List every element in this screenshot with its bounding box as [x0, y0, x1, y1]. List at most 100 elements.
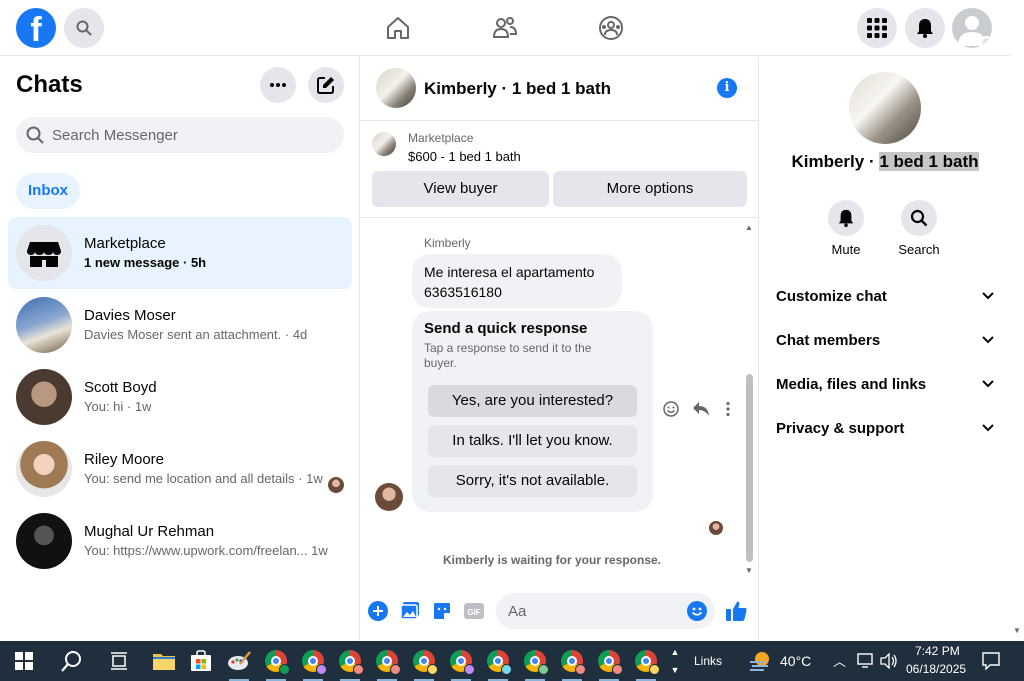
- incoming-message-bubble[interactable]: Me interesa el apartamento 6363516180: [412, 254, 622, 308]
- notifications-bell-icon: [917, 19, 933, 38]
- windows-logo-icon: [15, 652, 33, 670]
- new-message-button[interactable]: [308, 67, 344, 103]
- show-hidden-icons-chevron-icon[interactable]: ︿: [833, 651, 846, 670]
- chrome-profile-9[interactable]: [558, 647, 586, 681]
- search-messenger-input[interactable]: [52, 117, 332, 153]
- chat-preview: You: send me location and all details · …: [84, 471, 323, 486]
- chrome-profile-11[interactable]: [632, 647, 660, 681]
- chat-name: Marketplace: [84, 235, 166, 252]
- quick-response-option[interactable]: Sorry, it's not available.: [428, 465, 637, 497]
- scroll-thumb[interactable]: [746, 374, 753, 562]
- gif-icon[interactable]: GIF: [463, 601, 485, 621]
- contact-avatar: [16, 369, 72, 425]
- scroll-up-arrow-icon[interactable]: ▲: [745, 223, 753, 232]
- scroll-down-arrow-icon[interactable]: ▼: [745, 566, 753, 575]
- notifications-chat-icon[interactable]: [982, 652, 1000, 670]
- chrome-profile-8[interactable]: [521, 647, 549, 681]
- chat-item-scott-boyd[interactable]: Scott Boyd You: hi · 1w: [8, 361, 352, 433]
- message-input-field[interactable]: [496, 593, 715, 629]
- mute-action[interactable]: Mute: [816, 200, 876, 257]
- file-explorer-button[interactable]: [150, 647, 178, 675]
- more-vertical-icon[interactable]: [725, 401, 731, 417]
- clock-time[interactable]: 7:42 PM: [915, 644, 960, 658]
- weather-icon[interactable]: [748, 650, 772, 672]
- chat-name: Mughal Ur Rehman: [84, 523, 215, 540]
- message-input[interactable]: [508, 593, 678, 629]
- customize-chat-section[interactable]: Customize chat: [776, 288, 994, 312]
- links-toolbar[interactable]: Links: [694, 654, 722, 668]
- inbox-tab[interactable]: Inbox: [16, 173, 80, 209]
- chrome-profile-7[interactable]: [484, 647, 512, 681]
- view-buyer-button[interactable]: View buyer: [372, 171, 549, 207]
- chrome-icon: [265, 650, 290, 675]
- privacy-support-section[interactable]: Privacy & support: [776, 420, 994, 444]
- chat-item-mughal-ur-rehman[interactable]: Mughal Ur Rehman You: https://www.upwork…: [8, 505, 352, 577]
- friends-tab[interactable]: [491, 14, 519, 42]
- search-action[interactable]: Search: [889, 200, 949, 257]
- search-button[interactable]: [64, 8, 104, 48]
- chrome-profile-6[interactable]: [447, 647, 475, 681]
- notifications-button[interactable]: [905, 8, 945, 48]
- listing-avatar[interactable]: [376, 68, 416, 108]
- add-plus-icon[interactable]: [368, 601, 388, 621]
- chrome-profile-3[interactable]: [336, 647, 364, 681]
- photo-icon[interactable]: [400, 601, 420, 621]
- paint-app-button[interactable]: [225, 647, 253, 681]
- taskbar-search-button[interactable]: [58, 647, 86, 675]
- chrome-profile-4[interactable]: [373, 647, 401, 681]
- thread-scrollbar[interactable]: ▲ ▼: [743, 219, 755, 579]
- chat-members-section[interactable]: Chat members: [776, 332, 994, 356]
- chevron-down-icon: [982, 424, 994, 432]
- network-icon[interactable]: [857, 653, 875, 669]
- chat-item-marketplace[interactable]: Marketplace 1 new message · 5h: [8, 217, 352, 289]
- home-tab[interactable]: [384, 14, 412, 42]
- temperature[interactable]: 40°C: [780, 653, 811, 669]
- react-smiley-icon[interactable]: [663, 401, 679, 417]
- groups-tab[interactable]: [597, 14, 625, 42]
- menu-button[interactable]: [857, 8, 897, 48]
- chat-name: Riley Moore: [84, 451, 165, 468]
- top-navigation-bar: f ⌄: [0, 0, 1010, 56]
- conversation-title[interactable]: Kimberly · 1 bed 1 bath: [424, 79, 611, 99]
- listing-thumbnail[interactable]: [372, 132, 396, 156]
- mute-label: Mute: [831, 242, 861, 257]
- chrome-icon: [376, 650, 401, 675]
- account-avatar[interactable]: ⌄: [952, 8, 992, 48]
- like-thumb-icon[interactable]: [725, 599, 749, 623]
- mute-bell-icon: [828, 200, 864, 236]
- chrome-profile-10[interactable]: [595, 647, 623, 681]
- quick-response-description: Tap a response to send it to the buyer.: [424, 341, 592, 370]
- chat-options-button[interactable]: [260, 67, 296, 103]
- listing-profile-image[interactable]: [849, 72, 921, 144]
- quick-response-option[interactable]: In talks. I'll let you know.: [428, 425, 637, 457]
- search-messenger-field[interactable]: [16, 117, 344, 153]
- friends-icon: [492, 17, 518, 38]
- facebook-logo[interactable]: f: [16, 8, 56, 48]
- clock-date[interactable]: 06/18/2025: [906, 662, 966, 676]
- chrome-profile-5[interactable]: [410, 647, 438, 681]
- taskbar-overflow-arrows-icon[interactable]: ▲ ▼: [668, 643, 682, 679]
- sender-avatar[interactable]: [375, 483, 403, 511]
- start-button[interactable]: [10, 647, 38, 675]
- media-files-links-section[interactable]: Media, files and links: [776, 376, 994, 400]
- page-scrollbar[interactable]: ▼: [1010, 0, 1024, 641]
- quick-response-option[interactable]: Yes, are you interested?: [428, 385, 637, 417]
- chat-item-davies-moser[interactable]: Davies Moser Davies Moser sent an attach…: [8, 289, 352, 361]
- chrome-profile-2[interactable]: [299, 647, 327, 681]
- more-options-button[interactable]: More options: [553, 171, 747, 207]
- task-view-button[interactable]: [105, 647, 133, 675]
- info-icon[interactable]: i: [717, 78, 737, 98]
- sticker-icon[interactable]: [432, 601, 452, 621]
- svg-text:GIF: GIF: [467, 608, 480, 617]
- volume-icon[interactable]: [880, 653, 898, 669]
- chat-item-riley-moore[interactable]: Riley Moore You: send me location and al…: [8, 433, 352, 505]
- store-button[interactable]: [187, 647, 215, 675]
- listing-source: Marketplace: [408, 131, 474, 145]
- emoji-icon[interactable]: [687, 601, 707, 621]
- reply-icon[interactable]: [692, 401, 710, 417]
- listing-price-title[interactable]: $600 - 1 bed 1 bath: [408, 149, 521, 164]
- marketplace-avatar: [16, 225, 72, 281]
- chrome-profile-m[interactable]: [262, 647, 290, 681]
- scroll-down-arrow-icon[interactable]: ▼: [1013, 626, 1021, 635]
- chat-preview: You: hi · 1w: [84, 399, 152, 414]
